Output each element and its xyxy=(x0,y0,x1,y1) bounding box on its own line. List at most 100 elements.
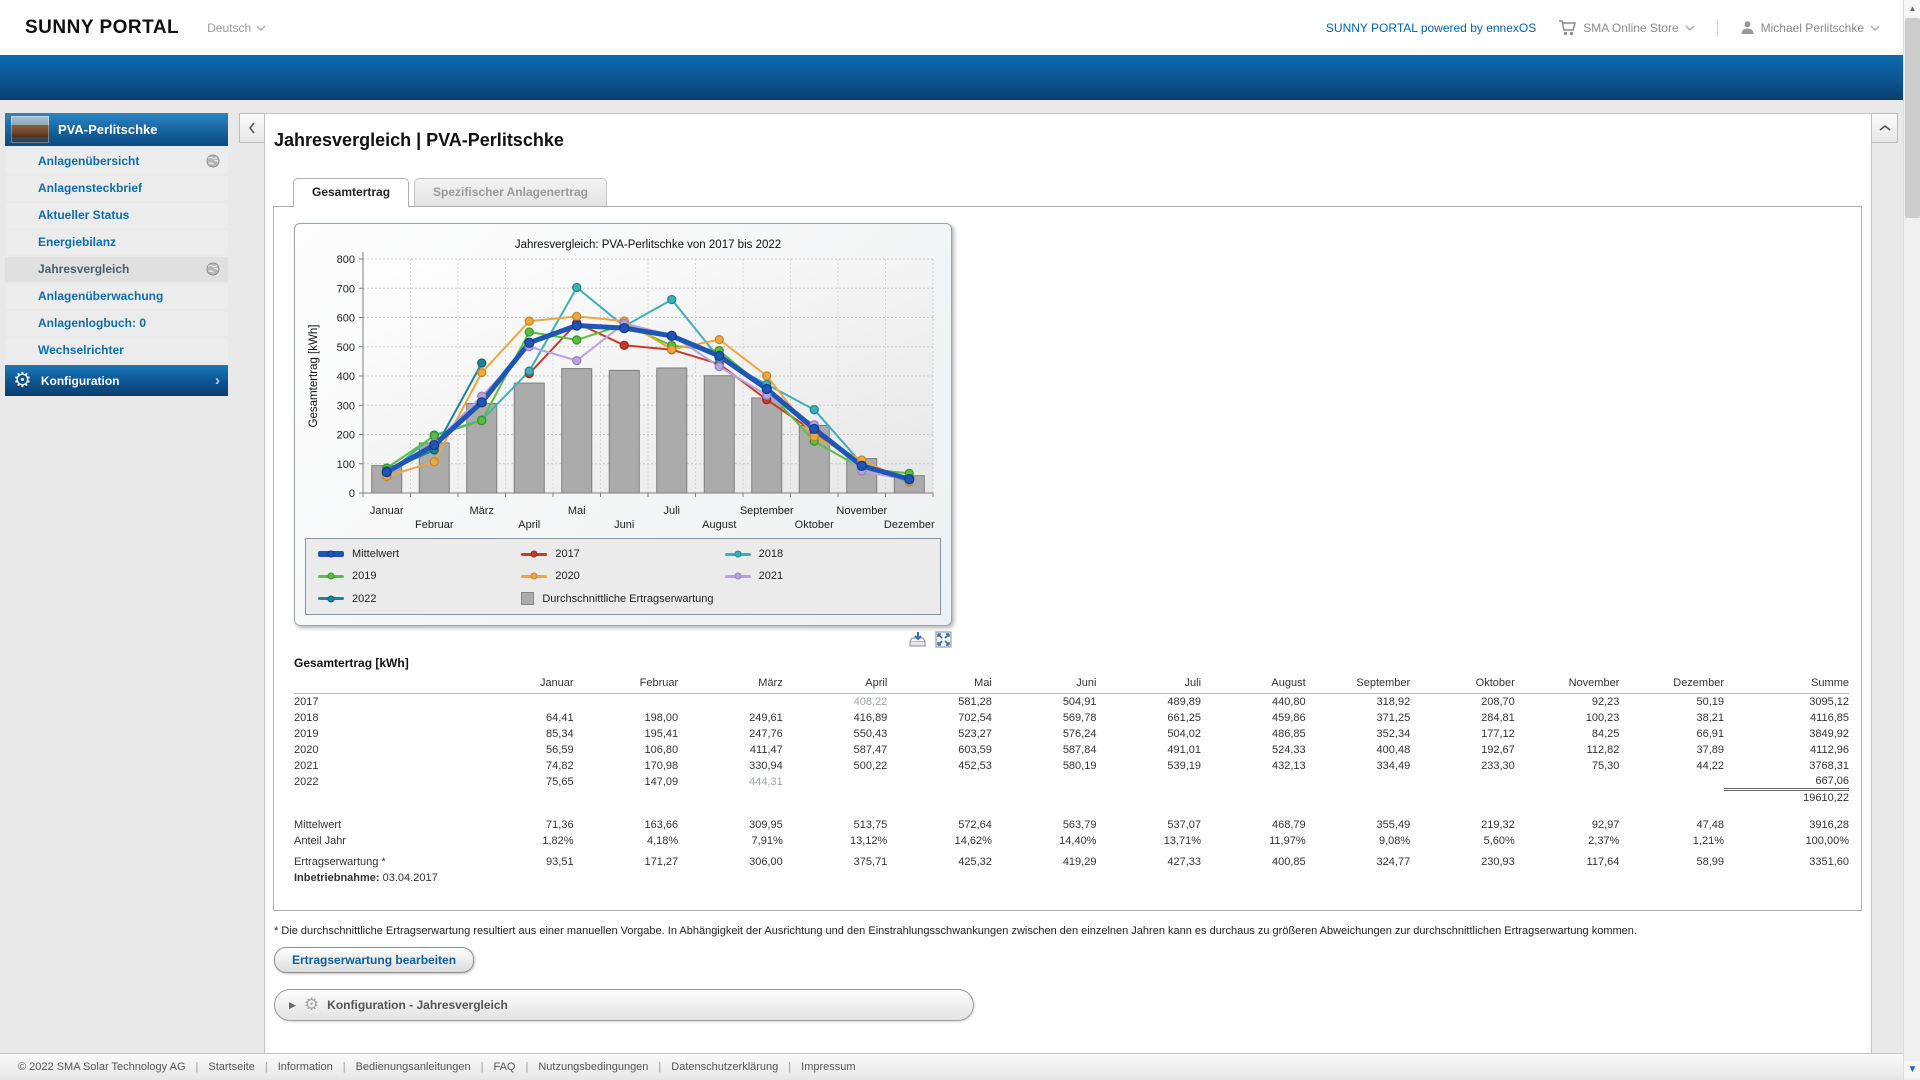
footer-link-faq[interactable]: FAQ xyxy=(493,1061,515,1073)
user-dropdown[interactable]: Michael Perlitschke xyxy=(1740,20,1880,35)
line-swatch xyxy=(318,597,344,600)
table-cell xyxy=(1096,790,1201,806)
line-swatch xyxy=(318,551,344,557)
table-cell xyxy=(1619,790,1724,806)
top-bar: SUNNY PORTAL Deutsch SUNNY PORTAL powere… xyxy=(0,0,1920,55)
footer-link-nutzungsbedingungen[interactable]: Nutzungsbedingungen xyxy=(538,1061,648,1073)
language-dropdown[interactable]: Deutsch xyxy=(207,21,266,35)
table-cell xyxy=(887,790,992,806)
footer-link-datenschutzerklärung[interactable]: Datenschutzerklärung xyxy=(671,1061,778,1073)
table-row: 201985,34195,41247,76550,43523,27576,245… xyxy=(294,726,1849,742)
sidebar-item-anlagenüberwachung[interactable]: Anlagenüberwachung xyxy=(5,284,228,309)
legend-label: Durchschnittliche Ertragserwartung xyxy=(542,593,713,605)
footer-link-information[interactable]: Information xyxy=(278,1061,333,1073)
sidebar-item-label: Anlagenübersicht xyxy=(38,154,139,168)
table-cell xyxy=(1096,774,1201,790)
table-row: Ertragserwartung *93,51171,27306,00375,7… xyxy=(294,854,1849,870)
sidebar-item-energiebilanz[interactable]: Energiebilanz xyxy=(5,230,228,255)
plant-header[interactable]: PVA-Perlitschke xyxy=(5,113,228,146)
online-store-dropdown[interactable]: SMA Online Store xyxy=(1558,20,1694,36)
vertical-scrollbar[interactable]: ▲ ▼ xyxy=(1903,0,1920,1080)
table-cell: 489,89 xyxy=(1096,694,1201,710)
sidebar-item-anlagensteckbrief[interactable]: Anlagensteckbrief xyxy=(5,176,228,201)
table-cell: 440,80 xyxy=(1201,694,1306,710)
row-label xyxy=(294,790,469,806)
table-cell: 106,80 xyxy=(574,742,679,758)
tab-gesamtertrag[interactable]: Gesamtertrag xyxy=(293,178,409,207)
table-cell: 513,75 xyxy=(783,817,888,833)
table-cell: 352,34 xyxy=(1306,726,1411,742)
table-cell: 524,33 xyxy=(1201,742,1306,758)
table-cell: 3351,60 xyxy=(1724,854,1849,870)
table-cell: 100,23 xyxy=(1515,710,1620,726)
line-swatch xyxy=(521,575,547,578)
sidebar-item-label: Energiebilanz xyxy=(38,235,116,249)
sidebar-item-wechselrichter[interactable]: Wechselrichter xyxy=(5,338,228,363)
plant-name: PVA-Perlitschke xyxy=(58,122,157,137)
svg-text:April: April xyxy=(518,519,540,531)
collapse-left-button[interactable] xyxy=(239,113,265,143)
sidebar-item-konfiguration[interactable]: ⚙ Konfiguration › xyxy=(5,365,228,396)
table-cell: 523,27 xyxy=(887,726,992,742)
ennexos-link[interactable]: SUNNY PORTAL powered by ennexOS xyxy=(1326,21,1536,35)
column-header: April xyxy=(783,675,888,694)
sidebar-item-label: Aktueller Status xyxy=(38,208,129,222)
table-cell: 56,59 xyxy=(469,742,574,758)
table-cell: 92,97 xyxy=(1515,817,1620,833)
footer-link-startseite[interactable]: Startseite xyxy=(208,1061,254,1073)
tab-spezifischer-anlagenertrag[interactable]: Spezifischer Anlagenertrag xyxy=(414,178,607,206)
scroll-up-arrow[interactable]: ▲ xyxy=(1904,0,1920,17)
fullscreen-icon[interactable] xyxy=(935,631,952,648)
footer-link-bedienungsanleitungen[interactable]: Bedienungsanleitungen xyxy=(356,1061,471,1073)
row-label: 2020 xyxy=(294,742,469,758)
sidebar-item-aktueller-status[interactable]: Aktueller Status xyxy=(5,203,228,228)
column-header: Dezember xyxy=(1619,675,1724,694)
table-cell: 4,18% xyxy=(574,833,679,849)
footnote: * Die durchschnittliche Ertragserwartung… xyxy=(274,925,1871,937)
table-cell: 371,25 xyxy=(1306,710,1411,726)
export-icon[interactable] xyxy=(908,631,927,648)
globe-icon xyxy=(206,262,220,276)
sidebar-item-anlagenlogbuch-0[interactable]: Anlagenlogbuch: 0 xyxy=(5,311,228,336)
sidebar-item-anlagenübersicht[interactable]: Anlagenübersicht xyxy=(5,149,228,174)
table-cell xyxy=(992,790,1097,806)
svg-text:August: August xyxy=(702,519,736,531)
svg-text:Jahresvergleich: PVA-Perlitsch: Jahresvergleich: PVA-Perlitschke von 201… xyxy=(515,239,781,251)
config-accordion[interactable]: ▶ ⚙ Konfiguration - Jahresvergleich xyxy=(274,989,974,1021)
table-cell: 324,77 xyxy=(1306,854,1411,870)
table-cell: 75,65 xyxy=(469,774,574,790)
table-cell: 5,60% xyxy=(1410,833,1515,849)
expand-triangle-icon: ▶ xyxy=(289,1000,296,1011)
svg-text:Dezember: Dezember xyxy=(884,519,935,531)
online-store-label: SMA Online Store xyxy=(1583,21,1678,35)
commissioning-label: Inbetriebnahme: xyxy=(294,872,380,884)
collapse-up-button[interactable] xyxy=(1871,113,1898,143)
yearly-comparison-chart: 0100200300400500600700800JanuarFebruarMä… xyxy=(294,223,952,626)
table-row: 202056,59106,80411,47587,47603,59587,844… xyxy=(294,742,1849,758)
content-box: 0100200300400500600700800JanuarFebruarMä… xyxy=(273,206,1862,911)
legend-item: Durchschnittliche Ertragserwartung xyxy=(521,592,724,605)
scroll-down-arrow[interactable]: ▼ xyxy=(1904,1061,1920,1078)
footer-link-impressum[interactable]: Impressum xyxy=(801,1061,855,1073)
footer-separator: | xyxy=(525,1061,528,1073)
table-cell: 576,24 xyxy=(992,726,1097,742)
table-cell: 603,59 xyxy=(887,742,992,758)
sidebar-item-jahresvergleich[interactable]: Jahresvergleich xyxy=(5,257,228,282)
table-cell: 318,92 xyxy=(1306,694,1411,710)
footer-separator: | xyxy=(788,1061,791,1073)
legend-item: 2022 xyxy=(318,592,521,605)
edit-expectation-button[interactable]: Ertragserwartung bearbeiten xyxy=(274,947,474,973)
svg-text:700: 700 xyxy=(337,283,355,295)
topbar-right: SUNNY PORTAL powered by ennexOS SMA Onli… xyxy=(1326,19,1880,37)
yield-table-body: 2017408,22581,28504,91489,89440,80318,92… xyxy=(294,694,1849,870)
cart-icon xyxy=(1558,20,1577,36)
table-cell: 563,79 xyxy=(992,817,1097,833)
table-row: 19610,22 xyxy=(294,790,1849,806)
svg-text:800: 800 xyxy=(337,254,355,266)
sidebar-item-label: Anlagensteckbrief xyxy=(38,181,142,195)
table-cell: 539,19 xyxy=(1096,758,1201,774)
line-swatch xyxy=(318,575,344,578)
table-cell: 581,28 xyxy=(887,694,992,710)
gear-icon: ⚙ xyxy=(304,995,319,1015)
scrollbar-thumb[interactable] xyxy=(1905,18,1920,218)
